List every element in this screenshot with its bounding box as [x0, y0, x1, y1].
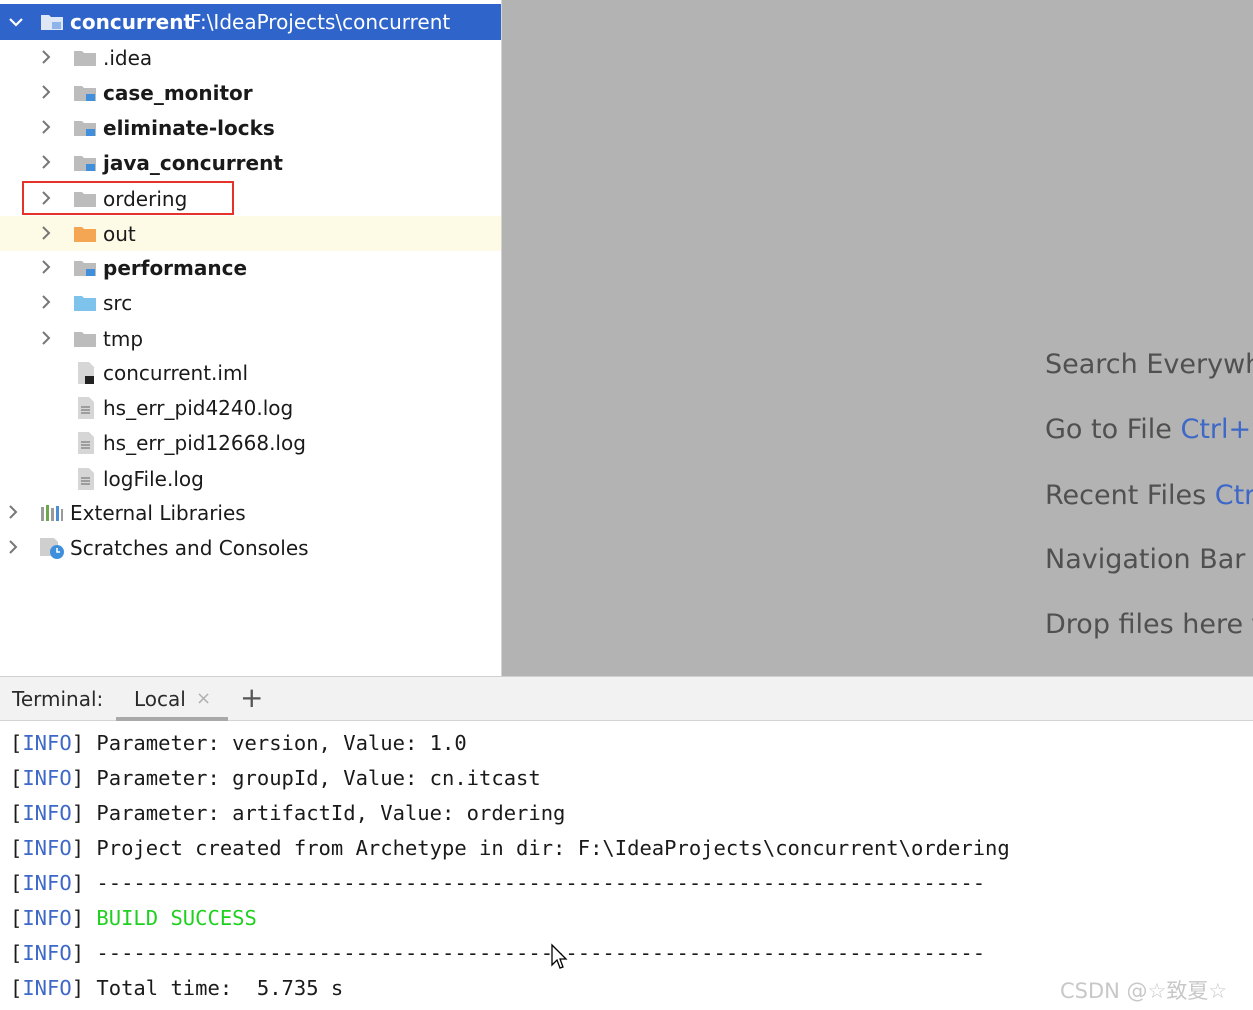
tree-item-label: performance: [103, 256, 248, 280]
tab-local-label: Local: [134, 687, 186, 711]
terminal-output[interactable]: [INFO] Parameter: version, Value: 1.0 [I…: [0, 721, 1253, 1010]
terminal-line: [INFO] Parameter: groupId, Value: cn.itc…: [10, 766, 541, 790]
source-folder-icon: [74, 296, 96, 311]
hint-recent-files: Recent Files Ctrl-: [1045, 480, 1253, 511]
tree-item-external-libraries[interactable]: External Libraries: [0, 495, 501, 530]
terminal-tab-bar: Terminal: Local × +: [0, 676, 1253, 721]
close-icon[interactable]: ×: [196, 688, 211, 709]
terminal-line: [INFO] Project created from Archetype in…: [10, 836, 1010, 860]
add-tab-icon[interactable]: +: [240, 681, 263, 714]
highlight-box: [22, 181, 234, 215]
tree-item-tmp[interactable]: tmp: [0, 321, 501, 356]
tree-item-label: tmp: [103, 327, 144, 351]
scratches-icon: [40, 538, 64, 559]
tree-item-idea[interactable]: .idea: [0, 40, 501, 75]
tree-item-out[interactable]: out: [0, 216, 501, 251]
tree-item-label: .idea: [103, 46, 153, 70]
chevron-right-icon[interactable]: [38, 259, 54, 275]
folder-icon: [74, 51, 96, 66]
terminal-line: [INFO] BUILD SUCCESS: [10, 906, 257, 930]
tree-item-case-monitor[interactable]: case_monitor: [0, 75, 501, 110]
chevron-right-icon[interactable]: [5, 504, 21, 520]
module-folder-icon: [74, 86, 96, 101]
hint-navigation-bar: Navigation Bar A: [1045, 544, 1253, 575]
terminal-title: Terminal:: [12, 687, 104, 711]
chevron-right-icon[interactable]: [5, 539, 21, 555]
terminal-line: [INFO] ---------------------------------…: [10, 871, 986, 895]
tree-item-label: out: [103, 222, 136, 246]
terminal-line: [INFO] Parameter: version, Value: 1.0: [10, 731, 467, 755]
tree-item-hs-err-4240[interactable]: hs_err_pid4240.log: [0, 390, 501, 425]
tree-item-scratches[interactable]: Scratches and Consoles: [0, 530, 501, 565]
hint-drop-files: Drop files here t: [1045, 609, 1253, 640]
module-folder-icon: [74, 121, 96, 136]
tree-root-concurrent[interactable]: concurrent F:\IdeaProjects\concurrent: [0, 4, 501, 40]
root-name: concurrent: [70, 10, 194, 34]
editor-empty-area: Search Everywhe Go to File Ctrl+S Recent…: [502, 0, 1253, 676]
terminal-line: [INFO] ---------------------------------…: [10, 941, 986, 965]
tree-item-src[interactable]: src: [0, 285, 501, 320]
tree-item-hs-err-12668[interactable]: hs_err_pid12668.log: [0, 425, 501, 460]
root-path: F:\IdeaProjects\concurrent: [190, 10, 451, 34]
tree-item-label: case_monitor: [103, 81, 253, 105]
chevron-right-icon[interactable]: [38, 294, 54, 310]
chevron-right-icon[interactable]: [38, 84, 54, 100]
iml-file-icon: [78, 362, 94, 384]
watermark: CSDN @☆致夏☆: [1060, 979, 1228, 1003]
tree-item-label: Scratches and Consoles: [70, 536, 309, 560]
tree-item-label: External Libraries: [70, 501, 246, 525]
tree-item-logfile[interactable]: logFile.log: [0, 461, 501, 496]
text-file-icon: [78, 432, 94, 454]
tree-item-performance[interactable]: performance: [0, 250, 501, 285]
hint-go-to-file: Go to File Ctrl+S: [1045, 414, 1253, 445]
tree-item-label: hs_err_pid12668.log: [103, 431, 306, 455]
module-folder-icon: [41, 15, 63, 30]
tree-item-label: src: [103, 291, 133, 315]
chevron-right-icon[interactable]: [38, 49, 54, 65]
tree-item-label: java_concurrent: [103, 151, 283, 175]
chevron-right-icon[interactable]: [38, 225, 54, 241]
tree-item-label: logFile.log: [103, 467, 204, 491]
chevron-right-icon[interactable]: [38, 154, 54, 170]
folder-icon: [74, 332, 96, 347]
chevron-right-icon[interactable]: [38, 330, 54, 346]
chevron-right-icon[interactable]: [38, 119, 54, 135]
chevron-down-icon[interactable]: [8, 14, 24, 30]
excluded-folder-icon: [74, 227, 96, 242]
tree-item-java-concurrent[interactable]: java_concurrent: [0, 145, 501, 180]
module-folder-icon: [74, 156, 96, 171]
tab-local[interactable]: Local ×: [116, 677, 228, 721]
project-tree: concurrent F:\IdeaProjects\concurrent .i…: [0, 0, 502, 676]
tree-item-label: hs_err_pid4240.log: [103, 396, 294, 420]
library-icon: [41, 505, 63, 521]
tree-item-eliminate-locks[interactable]: eliminate-locks: [0, 110, 501, 145]
terminal-line: [INFO] Total time: 5.735 s: [10, 976, 344, 1000]
mouse-pointer-icon: [551, 943, 568, 969]
module-folder-icon: [74, 261, 96, 276]
tree-item-label: concurrent.iml: [103, 361, 249, 385]
text-file-icon: [78, 468, 94, 490]
hint-search-everywhere: Search Everywhe: [1045, 349, 1253, 380]
tree-item-label: eliminate-locks: [103, 116, 275, 140]
text-file-icon: [78, 397, 94, 419]
tree-item-concurrent-iml[interactable]: concurrent.iml: [0, 355, 501, 390]
terminal-line: [INFO] Parameter: artifactId, Value: ord…: [10, 801, 566, 825]
